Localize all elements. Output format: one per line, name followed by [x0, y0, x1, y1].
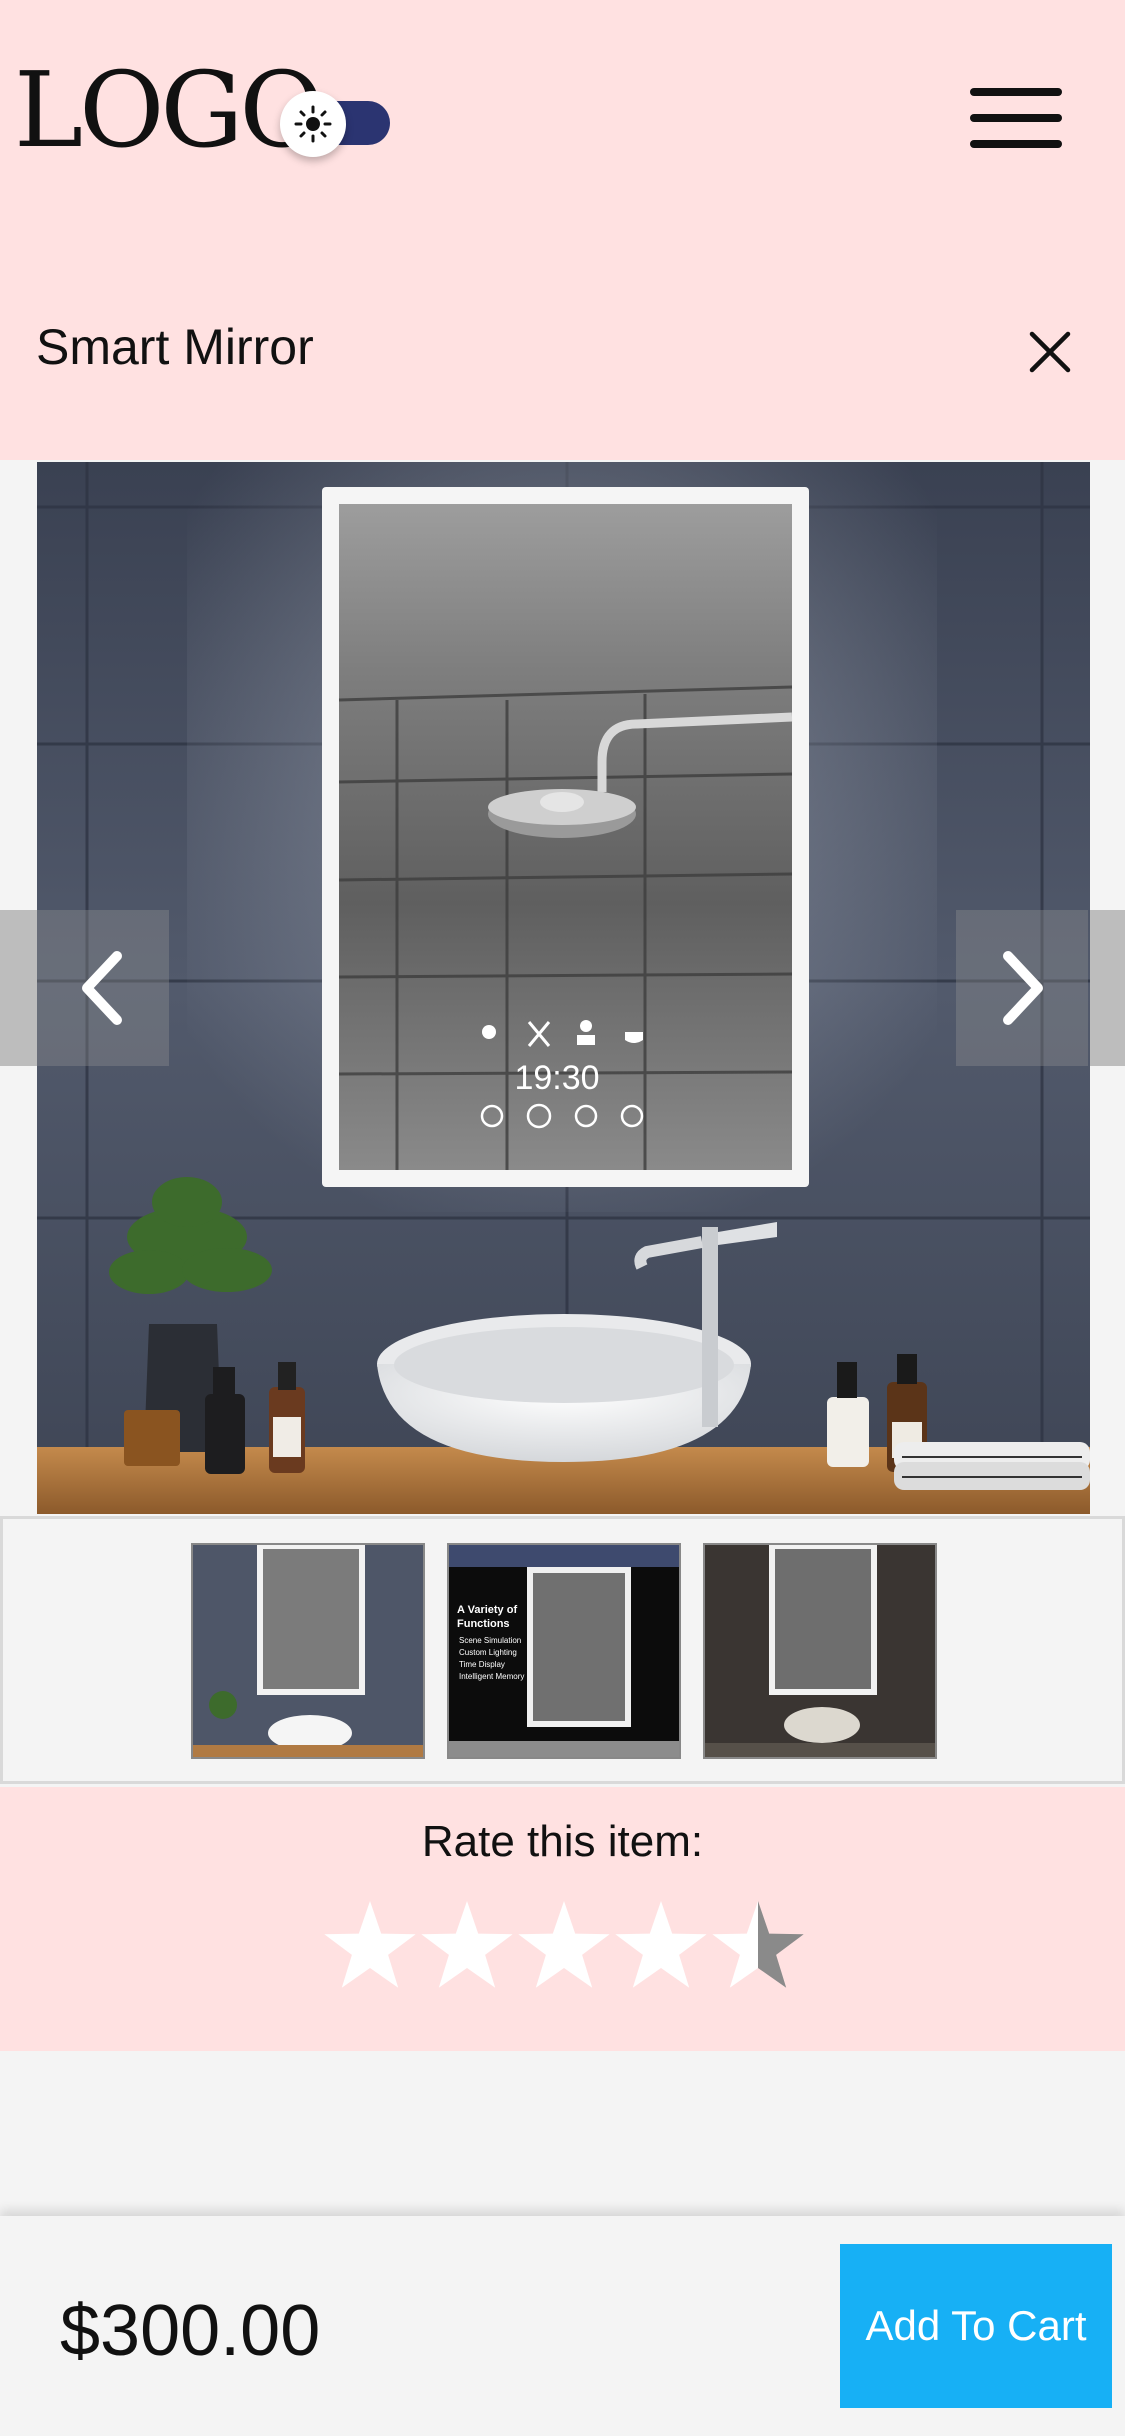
header: LOGO Smart Mirror [0, 0, 1125, 460]
rating-label: Rate this item: [421, 1817, 704, 1866]
mirror-time: 19:30 [514, 1059, 599, 1097]
star-rating[interactable] [322, 1897, 808, 1997]
star-2-icon[interactable] [421, 1901, 513, 1988]
sun-icon [294, 105, 332, 143]
thumb-caption-line: Time Display [459, 1660, 505, 1669]
logo[interactable]: LOGO [14, 58, 325, 162]
thumbnail-strip: A Variety of Functions Scene Simulation … [0, 1516, 1125, 1784]
add-to-cart-button[interactable]: Add To Cart [840, 2244, 1112, 2408]
product-title: Smart Mirror [36, 319, 314, 375]
thumb-caption-line: Intelligent Memory [459, 1672, 524, 1681]
toggle-knob [280, 91, 346, 157]
bathroom-scene: 19:30 [37, 462, 1090, 1514]
close-icon[interactable] [1028, 330, 1072, 374]
thumb-caption-line: Functions [457, 1618, 510, 1630]
gallery-edge-left [0, 910, 37, 1066]
star-1-icon[interactable] [324, 1901, 416, 1988]
thumb-caption-line: Scene Simulation [459, 1636, 521, 1645]
thumbnail-1[interactable] [191, 1543, 425, 1759]
rating-section: Rate this item: [0, 1787, 1125, 2051]
star-3-icon[interactable] [518, 1901, 610, 1988]
purchase-bar: $300.00 Add To Cart [0, 2216, 1125, 2436]
product-image: 19:30 [37, 462, 1090, 1514]
thumbnail-3[interactable] [703, 1543, 937, 1759]
hamburger-menu-icon[interactable] [970, 88, 1062, 150]
price: $300.00 [60, 2291, 321, 2371]
gallery-edge-right [1090, 910, 1125, 1066]
theme-toggle[interactable] [280, 91, 392, 157]
gallery-next-button[interactable] [956, 910, 1088, 1066]
thumbnail-2[interactable]: A Variety of Functions Scene Simulation … [447, 1543, 681, 1759]
star-4-icon[interactable] [615, 1901, 707, 1988]
star-5-icon[interactable] [712, 1901, 804, 1988]
chevron-right-icon [1003, 951, 1043, 1025]
thumb-caption-line: A Variety of [457, 1604, 517, 1616]
chevron-left-icon [82, 951, 122, 1025]
thumb-caption-line: Custom Lighting [459, 1648, 517, 1657]
gallery-prev-button[interactable] [37, 910, 169, 1066]
